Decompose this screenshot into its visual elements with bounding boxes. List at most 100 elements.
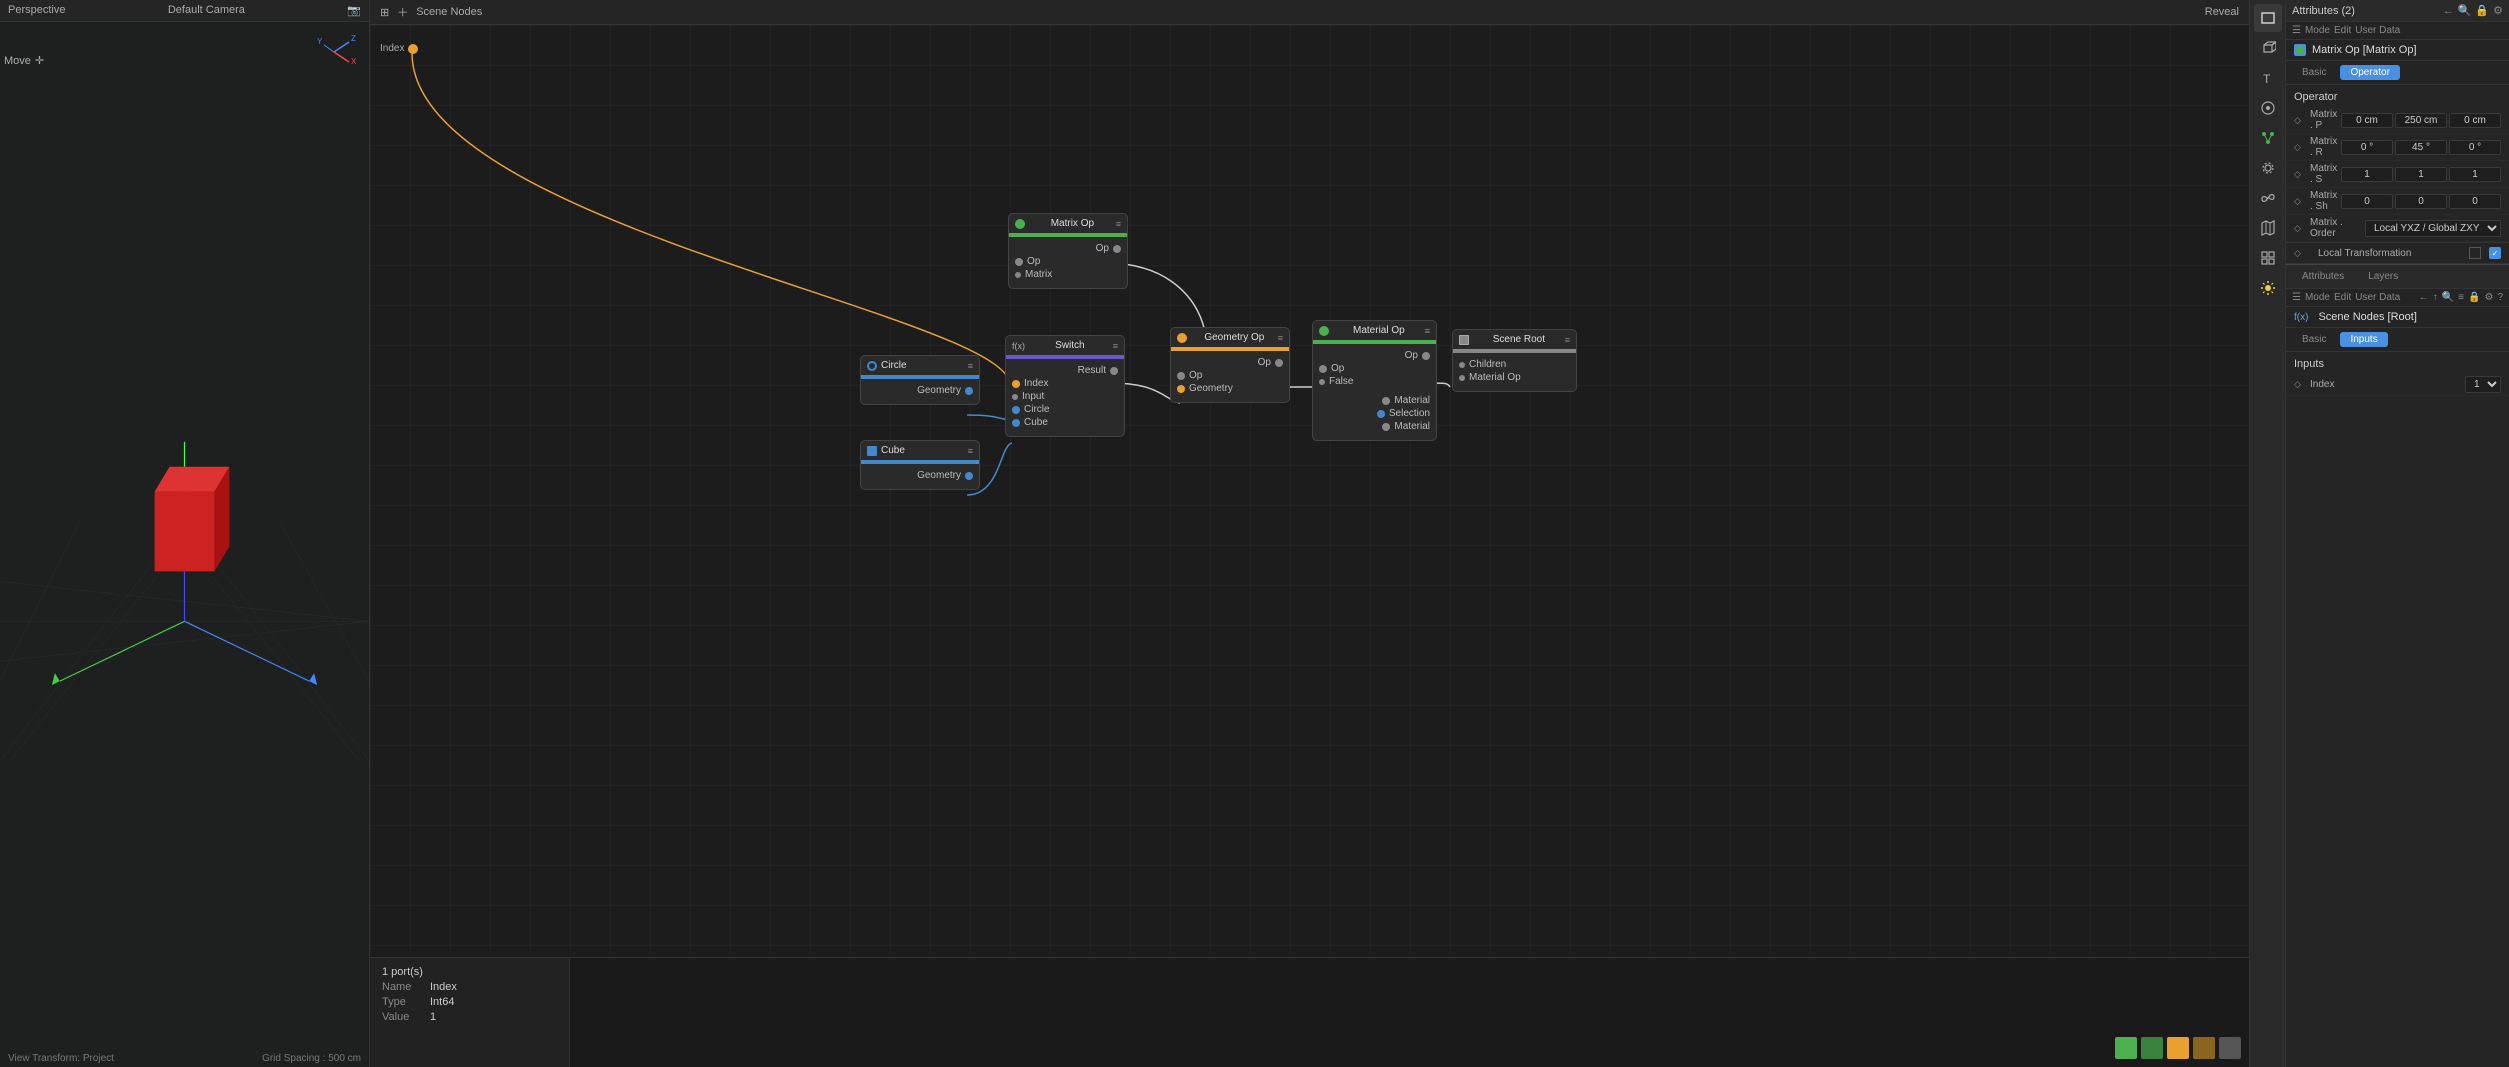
tab-basic[interactable]: Basic <box>2292 65 2336 80</box>
viewport[interactable]: Perspective Default Camera 📷 Z X Y <box>0 0 370 1067</box>
material-op-false-in[interactable]: False <box>1319 376 1430 387</box>
back-icon[interactable]: ← <box>2443 5 2454 17</box>
toolbar-text-icon[interactable]: T <box>2254 64 2282 92</box>
node-canvas[interactable]: Index Circle ≡ Geometry <box>370 25 2249 954</box>
add-icon[interactable]: ＋ <box>397 4 408 20</box>
circle-node-header[interactable]: Circle ≡ <box>861 356 979 375</box>
scene-root-node-header[interactable]: Scene Root ≡ <box>1453 330 1576 349</box>
lt-checkbox-empty[interactable] <box>2469 247 2481 259</box>
switch-input-port[interactable]: Input <box>1012 391 1118 402</box>
matrix-p-y[interactable] <box>2395 113 2447 128</box>
bottom-up-icon[interactable]: ↑ <box>2433 292 2438 303</box>
attrs-edit[interactable]: Edit <box>2334 25 2351 36</box>
matrix-r-y[interactable] <box>2395 140 2447 155</box>
matrix-p-x[interactable] <box>2341 113 2393 128</box>
index-output-port[interactable] <box>408 44 418 54</box>
node-geometry-op[interactable]: Geometry Op ≡ Op Op Geometry <box>1170 327 1290 403</box>
cube-node-header[interactable]: Cube ≡ <box>861 441 979 460</box>
toolbar-link-icon[interactable] <box>2254 184 2282 212</box>
tab-operator[interactable]: Operator <box>2340 65 2399 80</box>
toolbar-cube-icon[interactable] <box>2254 34 2282 62</box>
toolbar-light-icon[interactable] <box>2254 274 2282 302</box>
material-op-material2-out[interactable]: Material <box>1319 421 1430 432</box>
material-op-selection-out[interactable]: Selection <box>1319 408 1430 419</box>
bottom-user-data[interactable]: User Data <box>2355 292 2400 303</box>
switch-node-header[interactable]: f(x) Switch ≡ <box>1006 336 1124 355</box>
circle-geometry-port[interactable]: Geometry <box>867 385 973 396</box>
scene-root-material-port[interactable]: Material Op <box>1459 372 1570 383</box>
node-circle[interactable]: Circle ≡ Geometry <box>860 355 980 405</box>
node-editor[interactable]: ⊞ ＋ Scene Nodes Reveal Index <box>370 0 2249 1067</box>
node-menu-icon[interactable]: ≡ <box>1565 335 1570 345</box>
matrix-r-z[interactable] <box>2449 140 2501 155</box>
attrs-user-data[interactable]: User Data <box>2355 25 2400 36</box>
attrs-menu-icon[interactable]: ☰ <box>2292 25 2301 36</box>
tab-attributes[interactable]: Attributes <box>2292 269 2354 284</box>
node-menu-icon[interactable]: ≡ <box>1116 219 1121 229</box>
cube-geometry-port[interactable]: Geometry <box>867 470 973 481</box>
node-menu-icon[interactable]: ≡ <box>968 446 973 456</box>
material-op-material-out[interactable]: Material <box>1319 395 1430 406</box>
node-scene-root[interactable]: Scene Root ≡ Children Material Op <box>1452 329 1577 392</box>
toolbar-map-icon[interactable] <box>2254 214 2282 242</box>
index-dropdown[interactable]: 1 <box>2465 376 2501 393</box>
node-matrix-op[interactable]: Matrix Op ≡ Op Op Matrix <box>1008 213 1128 289</box>
switch-cube-port[interactable]: Cube <box>1012 417 1118 428</box>
node-material-op[interactable]: Material Op ≡ Op Op False <box>1312 320 1437 441</box>
bottom-edit[interactable]: Edit <box>2334 292 2351 303</box>
matrix-op-matrix-in[interactable]: Matrix <box>1015 269 1121 280</box>
bottom-menu-icon[interactable]: ☰ <box>2292 292 2301 303</box>
lock-icon[interactable]: 🔒 <box>2475 4 2489 17</box>
tab-basic-bottom[interactable]: Basic <box>2292 332 2336 347</box>
toolbar-rect-icon[interactable] <box>2254 4 2282 32</box>
matrix-op-node-header[interactable]: Matrix Op ≡ <box>1009 214 1127 233</box>
matrix-s-z[interactable] <box>2449 167 2501 182</box>
switch-index-port[interactable]: Index <box>1012 378 1118 389</box>
lt-checkbox-checked[interactable]: ✓ <box>2489 247 2501 259</box>
matrix-p-z[interactable] <box>2449 113 2501 128</box>
bottom-lock-icon[interactable]: 🔒 <box>2468 292 2480 303</box>
material-op-out-port[interactable]: Op <box>1319 350 1430 361</box>
bottom-mode[interactable]: Mode <box>2305 292 2330 303</box>
bottom-search-icon[interactable]: 🔍 <box>2442 292 2454 303</box>
matrix-s-y[interactable] <box>2395 167 2447 182</box>
toolbar-grid-icon[interactable] <box>2254 244 2282 272</box>
tab-inputs-bottom[interactable]: Inputs <box>2340 332 2387 347</box>
matrix-sh-x[interactable] <box>2341 194 2393 209</box>
node-switch[interactable]: f(x) Switch ≡ Result Index Input <box>1005 335 1125 437</box>
search-icon[interactable]: 🔍 <box>2458 4 2472 17</box>
node-cube[interactable]: Cube ≡ Geometry <box>860 440 980 490</box>
matrix-op-op-in[interactable]: Op <box>1015 256 1121 267</box>
geometry-op-op-in[interactable]: Op <box>1177 370 1283 381</box>
reveal-button[interactable]: Reveal <box>2205 6 2239 18</box>
node-menu-icon[interactable]: ≡ <box>968 361 973 371</box>
matrix-order-select[interactable]: Local YXZ / Global ZXY <box>2365 220 2501 237</box>
tab-layers[interactable]: Layers <box>2358 269 2408 284</box>
viewport-canvas[interactable]: Z X Y <box>0 22 369 1061</box>
matrix-op-out-port[interactable]: Op <box>1015 243 1121 254</box>
matrix-sh-y[interactable] <box>2395 194 2447 209</box>
node-menu-icon[interactable]: ≡ <box>1278 333 1283 343</box>
switch-result-port[interactable]: Result <box>1012 365 1118 376</box>
attrs-mode[interactable]: Mode <box>2305 25 2330 36</box>
node-menu-icon[interactable]: ≡ <box>1425 326 1430 336</box>
material-op-node-header[interactable]: Material Op ≡ <box>1313 321 1436 340</box>
settings-icon[interactable]: ⚙ <box>2493 4 2503 17</box>
scene-root-children-port[interactable]: Children <box>1459 359 1570 370</box>
bottom-config-icon[interactable]: ⚙ <box>2484 292 2493 303</box>
material-op-op-in[interactable]: Op <box>1319 363 1430 374</box>
matrix-r-x[interactable] <box>2341 140 2393 155</box>
matrix-sh-z[interactable] <box>2449 194 2501 209</box>
toolbar-scene-icon[interactable] <box>2254 94 2282 122</box>
bottom-filter-icon[interactable]: ≡ <box>2458 292 2464 303</box>
bottom-back-icon[interactable]: ← <box>2419 292 2429 303</box>
toolbar-nodes-icon[interactable] <box>2254 124 2282 152</box>
node-menu-icon[interactable]: ≡ <box>1113 341 1118 351</box>
bottom-help-icon[interactable]: ? <box>2497 292 2503 303</box>
geometry-op-out-port[interactable]: Op <box>1177 357 1283 368</box>
toolbar-gear-icon[interactable] <box>2254 154 2282 182</box>
geometry-op-node-header[interactable]: Geometry Op ≡ <box>1171 328 1289 347</box>
geometry-op-geo-in[interactable]: Geometry <box>1177 383 1283 394</box>
switch-circle-port[interactable]: Circle <box>1012 404 1118 415</box>
matrix-s-x[interactable] <box>2341 167 2393 182</box>
